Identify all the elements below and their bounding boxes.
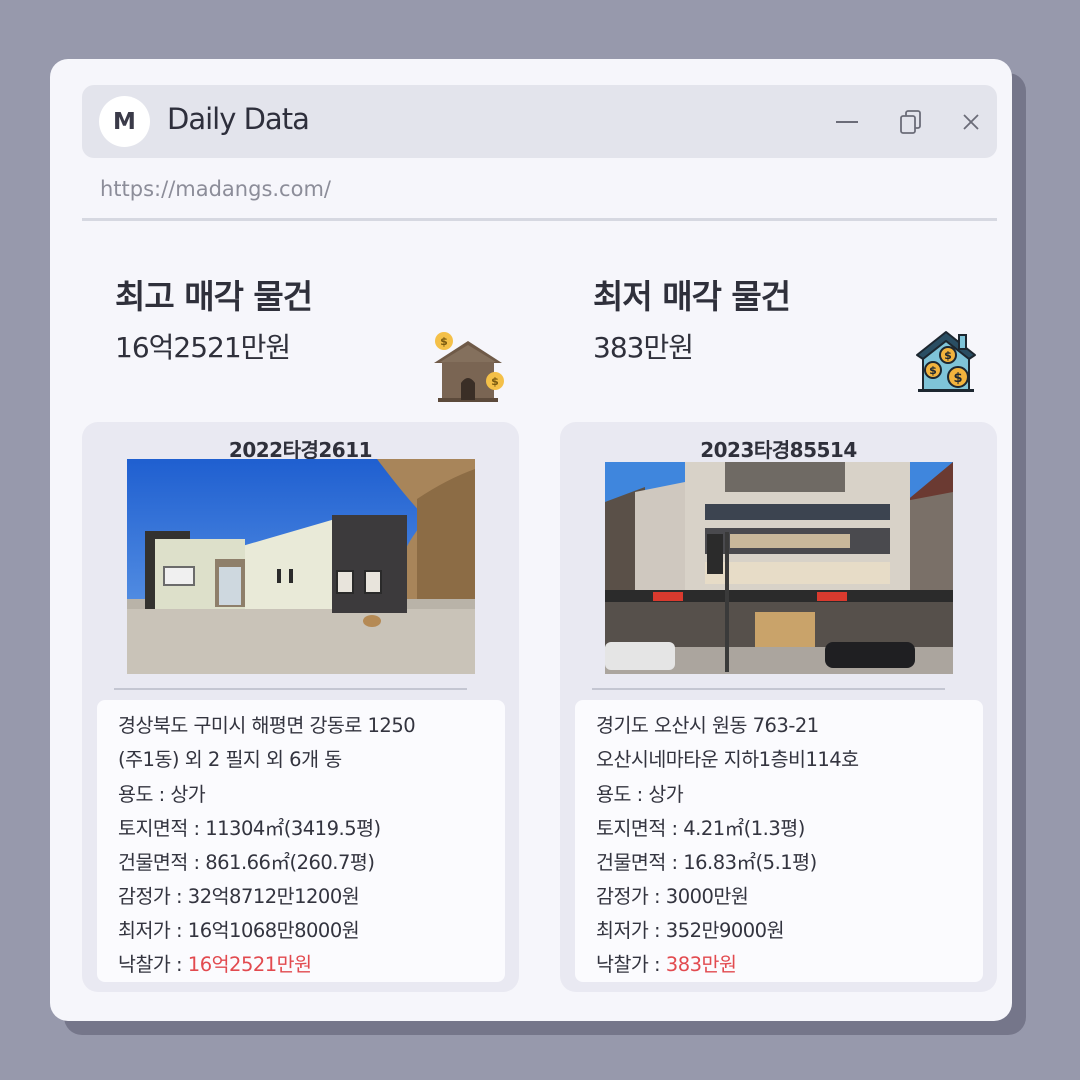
minimum-price: 최저가 : 16억1068만8000원 xyxy=(118,919,360,942)
usage: 용도 : 상가 xyxy=(118,783,206,806)
highest-heading: 최고 매각 물건 xyxy=(115,277,313,316)
house-coins-icon: $ $ xyxy=(434,332,504,402)
lowest-card[interactable]: 2023타경85514 경기도 오산시 원동 763-21 오산시네마타운 지하… xyxy=(560,422,997,992)
winning-bid-label: 낙찰가 : xyxy=(596,953,666,976)
card-separator xyxy=(114,688,467,690)
building-area: 건물면적 : 16.83㎡(5.1평) xyxy=(596,851,817,874)
appraisal-price: 감정가 : 32억8712만1200원 xyxy=(118,885,360,908)
land-area: 토지면적 : 11304㎡(3419.5평) xyxy=(118,817,381,840)
lowest-heading: 최저 매각 물건 xyxy=(593,277,791,316)
building-area: 건물면적 : 861.66㎡(260.7평) xyxy=(118,851,375,874)
svg-text:$: $ xyxy=(929,364,937,377)
usage: 용도 : 상가 xyxy=(596,783,684,806)
house-dollar-icon: $ $ $ xyxy=(916,331,976,392)
appraisal-price: 감정가 : 3000만원 xyxy=(596,885,749,908)
address-line-2: 오산시네마타운 지하1층비114호 xyxy=(596,748,859,771)
svg-text:$: $ xyxy=(491,375,499,388)
address-line-2: (주1동) 외 2 필지 외 6개 동 xyxy=(118,748,342,771)
winning-bid-label: 낙찰가 : xyxy=(118,953,188,976)
address-line-1: 경상북도 구미시 해평면 강동로 1250 xyxy=(118,714,416,737)
highest-price: 16억2521만원 xyxy=(115,331,291,364)
winning-bid: 낙찰가 : 16억2521만원 xyxy=(118,948,505,982)
lowest-column: 최저 매각 물건 383만원 $ $ $ 2023타경85514 경기도 오산시… xyxy=(560,59,997,1021)
svg-text:$: $ xyxy=(440,335,448,348)
winning-bid-value: 383만원 xyxy=(665,953,737,976)
highest-property-photo[interactable] xyxy=(127,459,475,674)
svg-text:$: $ xyxy=(944,349,952,362)
svg-text:$: $ xyxy=(953,371,962,386)
address-line-1: 경기도 오산시 원동 763-21 xyxy=(596,714,819,737)
highest-card[interactable]: 2022타경2611 경상북도 구미시 해평면 강동로 1250 (주1동) 외… xyxy=(82,422,519,992)
land-area: 토지면적 : 4.21㎡(1.3평) xyxy=(596,817,805,840)
app-window: M Daily Data https://madangs.com/ 최고 매각 … xyxy=(50,59,1012,1021)
lowest-case-number: 2023타경85514 xyxy=(700,438,857,462)
lowest-property-photo[interactable] xyxy=(605,462,953,674)
winning-bid: 낙찰가 : 383만원 xyxy=(596,948,983,982)
card-separator xyxy=(592,688,945,690)
lowest-price: 383만원 xyxy=(593,331,694,364)
highest-column: 최고 매각 물건 16억2521만원 $ $ 2022타경2611 경상북도 구… xyxy=(82,59,519,1021)
highest-info-panel: 경상북도 구미시 해평면 강동로 1250 (주1동) 외 2 필지 외 6개 … xyxy=(97,700,505,982)
minimum-price: 최저가 : 352만9000원 xyxy=(596,919,785,942)
winning-bid-value: 16억2521만원 xyxy=(187,953,312,976)
lowest-info-panel: 경기도 오산시 원동 763-21 오산시네마타운 지하1층비114호 용도 :… xyxy=(575,700,983,982)
